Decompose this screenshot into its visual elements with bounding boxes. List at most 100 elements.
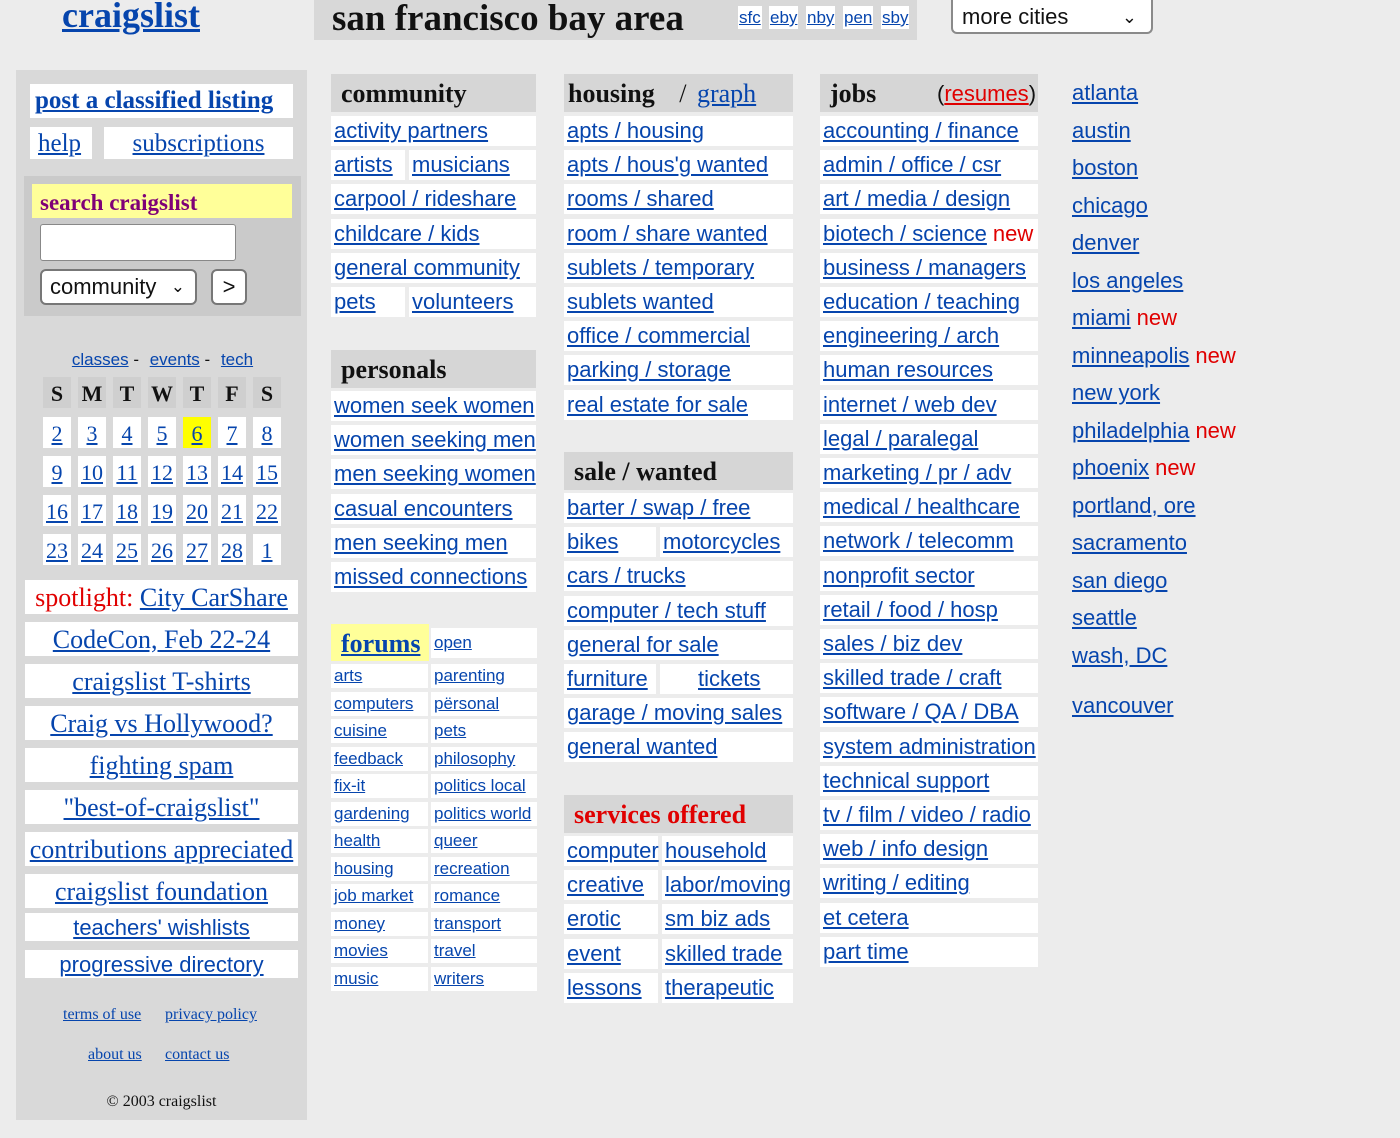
calendar-day-5[interactable]: 5 <box>157 421 168 446</box>
terms-of-use-link[interactable]: terms of use <box>63 1006 141 1024</box>
craigslist-logo-link[interactable]: craigslist <box>62 0 200 36</box>
link-queer[interactable]: queer <box>434 831 477 850</box>
link-business-managers[interactable]: business / managers <box>823 255 1026 280</box>
link-childcare-kids[interactable]: childcare / kids <box>334 221 480 246</box>
link-travel[interactable]: travel <box>434 941 476 960</box>
link-motorcycles[interactable]: motorcycles <box>663 529 780 554</box>
link-volunteers[interactable]: volunteers <box>412 289 514 314</box>
link-medical-healthcare[interactable]: medical / healthcare <box>823 494 1020 519</box>
link-web-info-design[interactable]: web / info design <box>823 836 988 861</box>
link-gardening[interactable]: gardening <box>334 804 410 823</box>
link-sm-biz-ads[interactable]: sm biz ads <box>665 906 770 931</box>
link-arts[interactable]: arts <box>334 666 362 685</box>
link-tv-film-video-radio[interactable]: tv / film / video / radio <box>823 802 1031 827</box>
cal-link-classes[interactable]: classes <box>72 350 129 369</box>
search-category-select[interactable]: community ⌄ <box>40 269 197 305</box>
calendar-day-24[interactable]: 24 <box>81 538 103 563</box>
link-fix-it[interactable]: fix-it <box>334 776 365 795</box>
promo-link-codecon-feb-22-24[interactable]: CodeCon, Feb 22-24 <box>53 625 270 654</box>
link-sublets-temporary[interactable]: sublets / temporary <box>567 255 754 280</box>
calendar-day-23[interactable]: 23 <box>46 538 68 563</box>
city-link-miami[interactable]: miami <box>1072 305 1131 330</box>
link-parking-storage[interactable]: parking / storage <box>567 357 731 382</box>
link-erotic[interactable]: erotic <box>567 906 621 931</box>
link-education-teaching[interactable]: education / teaching <box>823 289 1020 314</box>
link-computer[interactable]: computer <box>567 838 659 863</box>
link-computer-tech-stuff[interactable]: computer / tech stuff <box>567 598 766 623</box>
city-link-los-angeles[interactable]: los angeles <box>1072 268 1183 293</box>
city-link-austin[interactable]: austin <box>1072 118 1131 143</box>
link-et-cetera[interactable]: et cetera <box>823 905 909 930</box>
link-rooms-shared[interactable]: rooms / shared <box>567 186 714 211</box>
link-human-resources[interactable]: human resources <box>823 357 993 382</box>
calendar-day-18[interactable]: 18 <box>116 499 138 524</box>
city-link-vancouver[interactable]: vancouver <box>1072 693 1174 718</box>
calendar-day-9[interactable]: 9 <box>52 460 63 485</box>
calendar-day-2[interactable]: 2 <box>52 421 63 446</box>
calendar-day-21[interactable]: 21 <box>221 499 243 524</box>
link-art-media-design[interactable]: art / media / design <box>823 186 1010 211</box>
link-retail-food-hosp[interactable]: retail / food / hosp <box>823 597 998 622</box>
calendar-day-19[interactable]: 19 <box>151 499 173 524</box>
link-housing[interactable]: housing <box>334 859 394 878</box>
city-link-wash-dc[interactable]: wash, DC <box>1072 643 1167 668</box>
calendar-day-20[interactable]: 20 <box>186 499 208 524</box>
city-link-new-york[interactable]: new york <box>1072 380 1160 405</box>
link-tickets[interactable]: tickets <box>698 666 760 691</box>
link-biotech-science[interactable]: biotech / science <box>823 221 987 246</box>
link-marketing-pr-adv[interactable]: marketing / pr / adv <box>823 460 1011 485</box>
forums-link[interactable]: forums <box>341 624 420 664</box>
link-computers[interactable]: computers <box>334 694 413 713</box>
link-accounting-finance[interactable]: accounting / finance <box>823 118 1019 143</box>
calendar-day-7[interactable]: 7 <box>227 421 238 446</box>
link-technical-support[interactable]: technical support <box>823 768 989 793</box>
post-listing-link[interactable]: post a classified listing <box>35 84 273 118</box>
city-link-seattle[interactable]: seattle <box>1072 605 1137 630</box>
link-movies[interactable]: movies <box>334 941 388 960</box>
link-activity-partners[interactable]: activity partners <box>334 118 488 143</box>
city-link-boston[interactable]: boston <box>1072 155 1138 180</box>
city-link-phoenix[interactable]: phoenix <box>1072 455 1149 480</box>
link-casual-encounters[interactable]: casual encounters <box>334 496 513 521</box>
link-writing-editing[interactable]: writing / editing <box>823 870 970 895</box>
link-general-community[interactable]: general community <box>334 255 520 280</box>
link-legal-paralegal[interactable]: legal / paralegal <box>823 426 978 451</box>
contact-us-link[interactable]: contact us <box>165 1046 229 1064</box>
calendar-day-3[interactable]: 3 <box>87 421 98 446</box>
calendar-day-14[interactable]: 14 <box>221 460 243 485</box>
cal-link-events[interactable]: events <box>150 350 200 369</box>
link-money[interactable]: money <box>334 914 385 933</box>
link-pets[interactable]: pets <box>334 289 376 314</box>
subarea-link-eby[interactable]: eby <box>769 6 799 29</box>
cal-link-tech[interactable]: tech <box>221 350 253 369</box>
link-labor-moving[interactable]: labor/moving <box>665 872 791 897</box>
link-artists[interactable]: artists <box>334 152 393 177</box>
privacy-policy-link[interactable]: privacy policy <box>165 1006 257 1024</box>
link-recreation[interactable]: recreation <box>434 859 510 878</box>
calendar-day-22[interactable]: 22 <box>256 499 278 524</box>
help-link[interactable]: help <box>38 127 81 161</box>
promo-link-teachers-wishlists[interactable]: teachers' wishlists <box>73 915 250 940</box>
link-women-seeking-men[interactable]: women seeking men <box>334 427 536 452</box>
promo-link-craigslist-t-shirts[interactable]: craigslist T-shirts <box>72 667 250 696</box>
link-philosophy[interactable]: philosophy <box>434 749 515 768</box>
link-pets[interactable]: pets <box>434 721 466 740</box>
link-garage-moving-sales[interactable]: garage / moving sales <box>567 700 782 725</box>
resumes-link[interactable]: resumes <box>944 81 1028 106</box>
link-internet-web-dev[interactable]: internet / web dev <box>823 392 997 417</box>
link-office-commercial[interactable]: office / commercial <box>567 323 750 348</box>
link-network-telecomm[interactable]: network / telecomm <box>823 528 1014 553</box>
link-sales-biz-dev[interactable]: sales / biz dev <box>823 631 962 656</box>
housing-graph-link[interactable]: graph <box>697 79 756 108</box>
search-input[interactable] <box>40 224 236 261</box>
city-link-chicago[interactable]: chicago <box>1072 193 1148 218</box>
link-health[interactable]: health <box>334 831 380 850</box>
search-go-button[interactable]: > <box>211 269 247 305</box>
calendar-day-8[interactable]: 8 <box>262 421 273 446</box>
link-apts-hous-g-wanted[interactable]: apts / hous'g wanted <box>567 152 768 177</box>
promo-link-craig-vs-hollywood[interactable]: Craig vs Hollywood? <box>50 709 272 738</box>
link-part-time[interactable]: part time <box>823 939 909 964</box>
forums-open-link[interactable]: open <box>434 633 472 652</box>
link-parenting[interactable]: parenting <box>434 666 505 685</box>
link-apts-housing[interactable]: apts / housing <box>567 118 704 143</box>
